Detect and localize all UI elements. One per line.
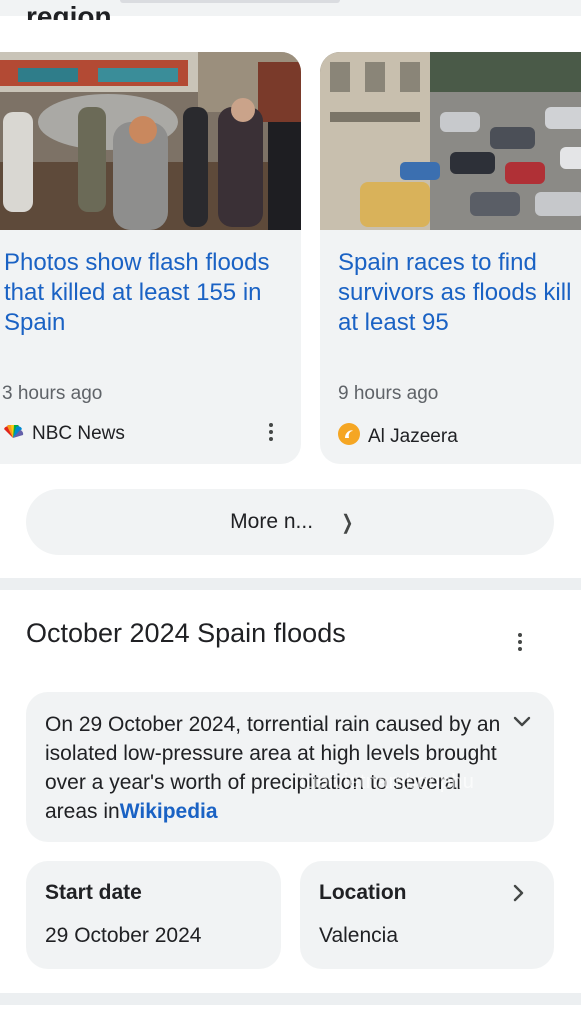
watermark: tuoivietnambonphu	[300, 771, 475, 793]
fact-value: Valencia	[319, 924, 398, 947]
fact-value: 29 October 2024	[45, 924, 202, 947]
next-section-edge	[0, 1005, 581, 1023]
description-text: On 29 October 2024, torrential rain caus…	[45, 713, 501, 823]
news-headline[interactable]: Spain races to find survivors as floods …	[338, 248, 581, 338]
news-thumbnail[interactable]	[320, 52, 581, 230]
chevron-down-icon[interactable]	[512, 712, 532, 732]
news-thumbnail[interactable]	[0, 52, 301, 230]
section-title: region	[26, 2, 112, 20]
section-divider	[0, 578, 581, 590]
news-carousel[interactable]: Photos show flash floods that killed at …	[0, 52, 581, 466]
fact-start-date: Start date 29 October 2024	[26, 861, 281, 969]
news-card[interactable]: Photos show flash floods that killed at …	[0, 52, 301, 464]
chevron-right-icon: ❯	[341, 511, 354, 534]
news-timestamp: 9 hours ago	[338, 383, 439, 404]
al-jazeera-logo-icon	[338, 423, 360, 451]
fact-location[interactable]: Location Valencia	[300, 861, 554, 969]
knowledge-panel-title: October 2024 Spain floods	[26, 618, 346, 648]
nbc-peacock-icon	[2, 423, 24, 445]
wikipedia-link[interactable]: Wikipedia	[120, 800, 218, 823]
news-card[interactable]: Spain races to find survivors as floods …	[320, 52, 581, 464]
more-news-button[interactable]: More n... ❯	[26, 489, 554, 555]
search-bar-edge[interactable]	[120, 0, 340, 3]
news-headline[interactable]: Photos show flash floods that killed at …	[4, 248, 284, 338]
more-options-icon[interactable]	[514, 630, 526, 654]
news-source-name: Al Jazeera	[368, 426, 458, 447]
section-divider	[0, 993, 581, 1005]
more-news-label: More n...	[230, 510, 314, 533]
news-timestamp: 3 hours ago	[2, 383, 103, 404]
more-options-icon[interactable]	[265, 420, 277, 444]
fact-label: Location	[319, 881, 407, 904]
news-source[interactable]: NBC News	[2, 423, 125, 445]
news-source-name: NBC News	[32, 423, 125, 444]
fact-label: Start date	[45, 881, 142, 904]
top-bar: region	[0, 0, 581, 20]
news-source[interactable]: Al Jazeera	[338, 423, 458, 451]
knowledge-panel-description[interactable]: On 29 October 2024, torrential rain caus…	[26, 692, 554, 842]
chevron-right-icon	[512, 883, 526, 903]
